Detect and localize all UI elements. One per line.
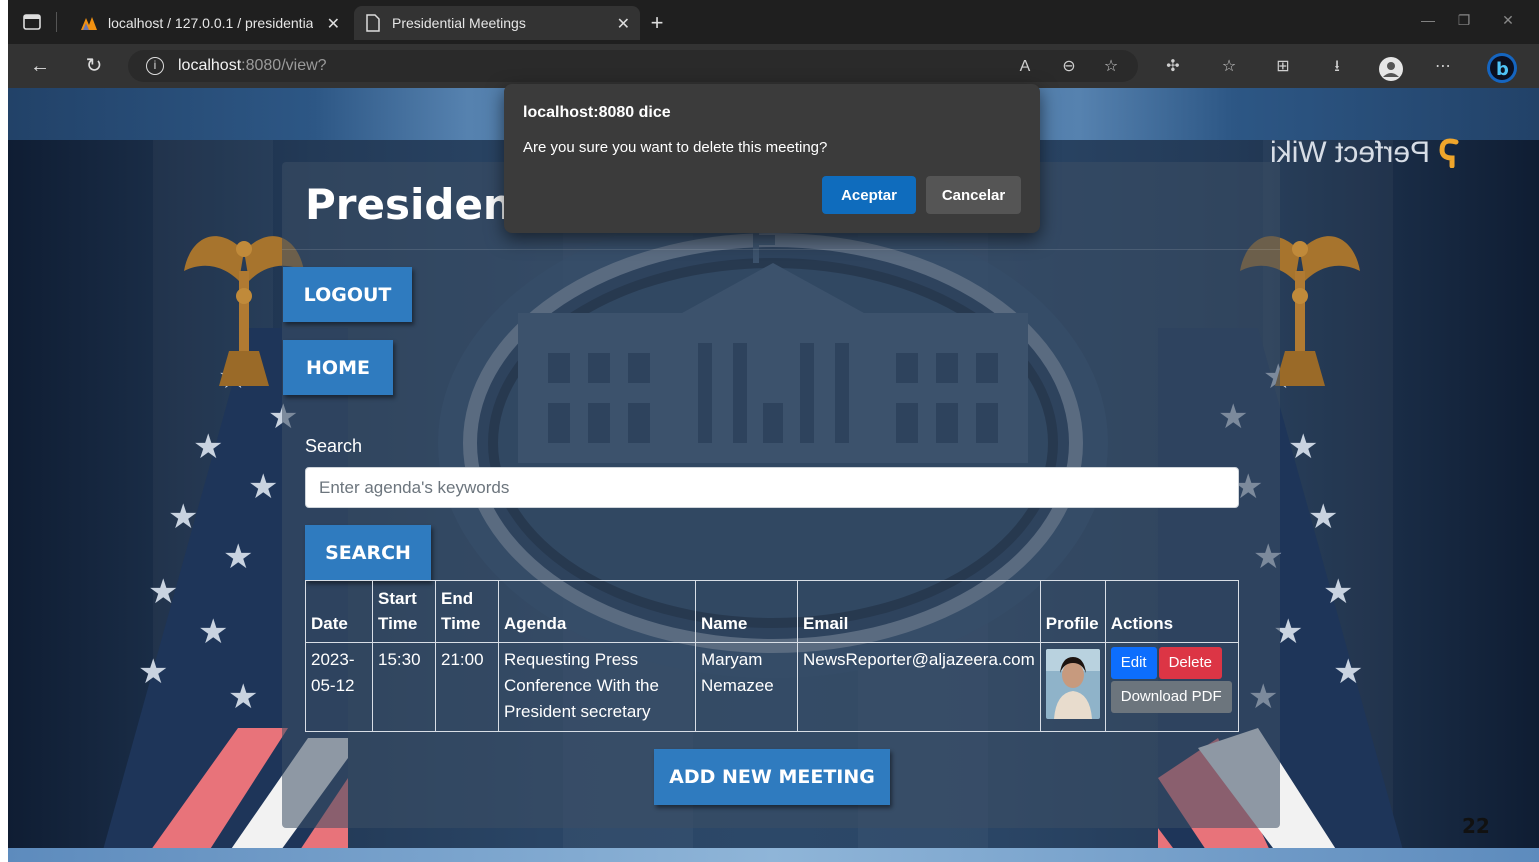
logout-button[interactable]: LOGOUT <box>283 267 412 322</box>
header-date: Date <box>305 580 373 643</box>
dialog-ok-button[interactable]: Aceptar <box>822 176 916 214</box>
tab-title: Presidential Meetings <box>392 15 526 31</box>
new-tab-icon[interactable]: + <box>644 10 670 36</box>
back-icon[interactable]: ← <box>28 54 52 78</box>
tab-phpmyadmin[interactable]: localhost / 127.0.0.1 / presidentia ✕ <box>70 6 350 40</box>
address-bar: ← ↻ i localhost:8080/view? A ⊖ ☆ ✣ ☆ ⊞ ⭳… <box>8 44 1539 88</box>
url-field[interactable]: i localhost:8080/view? <box>128 50 1138 82</box>
bing-copilot-icon[interactable]: b <box>1486 52 1518 84</box>
dialog-message: Are you sure you want to delete this mee… <box>523 139 828 156</box>
delete-button[interactable]: Delete <box>1158 647 1222 679</box>
svg-text:★: ★ <box>223 538 253 576</box>
meetings-table: Date Start Time End Time Agenda Name Ema… <box>305 580 1240 732</box>
minimize-icon[interactable]: — <box>1418 12 1438 28</box>
svg-text:★: ★ <box>193 428 223 466</box>
profile-icon[interactable] <box>1378 56 1403 81</box>
close-window-icon[interactable]: ✕ <box>1498 12 1518 29</box>
header-start-time: Start Time <box>372 580 436 643</box>
search-label: Search <box>305 436 363 456</box>
cell-actions: Edit Delete Download PDF <box>1104 642 1240 732</box>
close-tab-icon[interactable]: ✕ <box>327 14 340 34</box>
header-end-time: End Time <box>435 580 499 643</box>
favorites-icon[interactable]: ☆ <box>1218 56 1240 78</box>
dialog-cancel-button[interactable]: Cancelar <box>926 176 1021 214</box>
page-number: 22 <box>1462 814 1490 838</box>
tab-bar: localhost / 127.0.0.1 / presidentia ✕ Pr… <box>8 0 1539 44</box>
cell-end-time: 21:00 <box>435 642 499 732</box>
phpmyadmin-icon <box>80 14 98 32</box>
perfect-wiki-watermark: Perfect Wiki <box>1270 136 1460 170</box>
home-button[interactable]: HOME <box>283 340 393 395</box>
perfect-wiki-logo-icon <box>1439 138 1459 168</box>
svg-text:★: ★ <box>198 613 228 651</box>
brand-text: Perfect Wiki <box>1270 136 1431 169</box>
cell-email: NewsReporter@aljazeera.com <box>797 642 1041 732</box>
cell-start-time: 15:30 <box>372 642 436 732</box>
header-name: Name <box>695 580 798 643</box>
svg-text:★: ★ <box>1333 653 1363 691</box>
close-tab-icon[interactable]: ✕ <box>617 14 630 34</box>
downloads-icon[interactable]: ⭳ <box>1326 56 1348 78</box>
svg-text:★: ★ <box>1308 498 1338 536</box>
svg-text:★: ★ <box>1288 428 1318 466</box>
add-favorite-icon[interactable]: ☆ <box>1100 56 1122 78</box>
search-button[interactable]: SEARCH <box>305 525 431 581</box>
refresh-icon[interactable]: ↻ <box>82 54 106 78</box>
svg-text:★: ★ <box>138 653 168 691</box>
svg-text:★: ★ <box>228 678 258 716</box>
tab-title: localhost / 127.0.0.1 / presidentia <box>108 15 314 31</box>
cell-agenda: Requesting Press Conference With the Pre… <box>498 642 696 732</box>
header-agenda: Agenda <box>498 580 696 643</box>
url-host: localhost <box>178 57 242 74</box>
read-aloud-icon[interactable]: A <box>1014 56 1036 78</box>
zoom-out-icon[interactable]: ⊖ <box>1058 56 1080 78</box>
svg-text:★: ★ <box>148 573 178 611</box>
collections-icon[interactable]: ⊞ <box>1272 56 1294 78</box>
header-email: Email <box>797 580 1041 643</box>
svg-text:★: ★ <box>168 498 198 536</box>
browser-window: localhost / 127.0.0.1 / presidentia ✕ Pr… <box>8 0 1539 862</box>
svg-text:b: b <box>1496 59 1509 80</box>
extensions-icon[interactable]: ✣ <box>1162 56 1184 78</box>
edit-button[interactable]: Edit <box>1110 647 1157 679</box>
download-pdf-button[interactable]: Download PDF <box>1110 681 1232 713</box>
profile-photo <box>1045 649 1100 719</box>
more-options-icon[interactable]: ⋯ <box>1432 56 1454 78</box>
svg-text:★: ★ <box>248 468 278 506</box>
tab-separator <box>56 12 57 32</box>
table-row: 2023-05-12 15:30 21:00 Requesting Press … <box>305 642 1240 732</box>
bottom-band <box>8 848 1539 862</box>
cell-profile <box>1039 642 1106 732</box>
svg-text:★: ★ <box>1323 573 1353 611</box>
restore-icon[interactable]: ❐ <box>1454 12 1474 29</box>
dialog-title: localhost:8080 dice <box>523 104 671 121</box>
cell-name: Maryam Nemazee <box>695 642 798 732</box>
table-header-row: Date Start Time End Time Agenda Name Ema… <box>305 580 1240 643</box>
header-profile: Profile <box>1039 580 1106 643</box>
add-new-meeting-button[interactable]: ADD NEW MEETING <box>654 749 890 805</box>
site-info-icon[interactable]: i <box>146 57 164 75</box>
url-path: :8080/view? <box>241 57 327 74</box>
header-actions: Actions <box>1104 580 1240 643</box>
cell-date: 2023-05-12 <box>305 642 373 732</box>
confirm-dialog: localhost:8080 dice Are you sure you wan… <box>504 84 1040 233</box>
search-input[interactable]: Enter agenda's keywords <box>305 467 1239 508</box>
page-icon <box>364 14 382 32</box>
tab-actions-icon[interactable] <box>22 12 42 32</box>
tab-presidential-meetings[interactable]: Presidential Meetings ✕ <box>354 6 640 40</box>
